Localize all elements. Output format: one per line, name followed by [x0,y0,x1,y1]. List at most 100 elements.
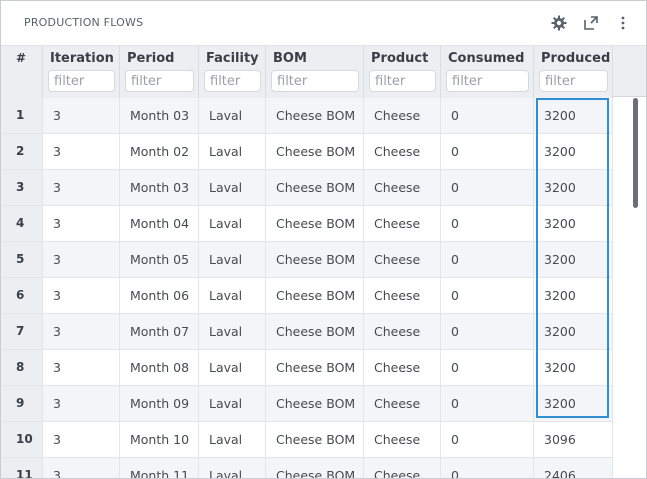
table-row[interactable]: 9 3 Month 09 Laval Cheese BOM Cheese 0 3200 [1,386,613,422]
cell-iteration[interactable]: 3 [43,458,120,478]
cell-period[interactable]: Month 03 [120,170,199,205]
cell-bom[interactable]: Cheese BOM [266,206,364,241]
table-row[interactable]: 4 3 Month 04 Laval Cheese BOM Cheese 0 3200 [1,206,613,242]
cell-product[interactable]: Cheese [364,386,441,421]
filter-input-facility[interactable] [204,70,261,92]
table-row[interactable]: 8 3 Month 08 Laval Cheese BOM Cheese 0 3200 [1,350,613,386]
table-row[interactable]: 5 3 Month 05 Laval Cheese BOM Cheese 0 3200 [1,242,613,278]
cell-facility[interactable]: Laval [199,350,266,385]
cell-bom[interactable]: Cheese BOM [266,134,364,169]
scrollbar-thumb[interactable] [633,98,638,208]
cell-product[interactable]: Cheese [364,206,441,241]
table-row[interactable]: 7 3 Month 07 Laval Cheese BOM Cheese 0 3200 [1,314,613,350]
scrollbar-track[interactable] [613,97,646,478]
cell-consumed[interactable]: 0 [441,422,534,457]
cell-period[interactable]: Month 07 [120,314,199,349]
cell-facility[interactable]: Laval [199,314,266,349]
cell-produced[interactable]: 3096 [534,422,613,457]
cell-consumed[interactable]: 0 [441,314,534,349]
cell-iteration[interactable]: 3 [43,350,120,385]
cell-iteration[interactable]: 3 [43,386,120,421]
cell-product[interactable]: Cheese [364,458,441,478]
filter-input-product[interactable] [369,70,436,92]
column-header-iteration[interactable]: Iteration [43,46,120,98]
cell-produced[interactable]: 3200 [534,242,613,277]
cell-consumed[interactable]: 0 [441,350,534,385]
cell-period[interactable]: Month 11 [120,458,199,478]
cell-facility[interactable]: Laval [199,422,266,457]
cell-bom[interactable]: Cheese BOM [266,170,364,205]
table-row[interactable]: 11 3 Month 11 Laval Cheese BOM Cheese 0 2406 [1,458,613,478]
cell-consumed[interactable]: 0 [441,278,534,313]
cell-bom[interactable]: Cheese BOM [266,458,364,478]
cell-produced[interactable]: 3200 [534,386,613,421]
cell-facility[interactable]: Laval [199,134,266,169]
cell-facility[interactable]: Laval [199,458,266,478]
column-header-consumed[interactable]: Consumed [441,46,534,98]
filter-input-bom[interactable] [271,70,359,92]
column-header-product[interactable]: Product [364,46,441,98]
filter-input-iteration[interactable] [48,70,115,92]
cell-consumed[interactable]: 0 [441,170,534,205]
cell-facility[interactable]: Laval [199,386,266,421]
filter-input-consumed[interactable] [446,70,529,92]
column-header-bom[interactable]: BOM [266,46,364,98]
cell-facility[interactable]: Laval [199,278,266,313]
cell-iteration[interactable]: 3 [43,314,120,349]
cell-produced[interactable]: 3200 [534,314,613,349]
cell-period[interactable]: Month 05 [120,242,199,277]
cell-iteration[interactable]: 3 [43,134,120,169]
cell-facility[interactable]: Laval [199,170,266,205]
expand-icon[interactable] [581,13,601,33]
cell-product[interactable]: Cheese [364,98,441,133]
cell-product[interactable]: Cheese [364,242,441,277]
cell-bom[interactable]: Cheese BOM [266,278,364,313]
cell-facility[interactable]: Laval [199,206,266,241]
cell-bom[interactable]: Cheese BOM [266,242,364,277]
filter-input-produced[interactable] [539,70,608,92]
cell-period[interactable]: Month 03 [120,98,199,133]
cell-consumed[interactable]: 0 [441,386,534,421]
table-row[interactable]: 6 3 Month 06 Laval Cheese BOM Cheese 0 3200 [1,278,613,314]
cell-bom[interactable]: Cheese BOM [266,386,364,421]
cell-produced[interactable]: 3200 [534,278,613,313]
table-row[interactable]: 1 3 Month 03 Laval Cheese BOM Cheese 0 3200 [1,98,613,134]
cell-consumed[interactable]: 0 [441,206,534,241]
cell-bom[interactable]: Cheese BOM [266,314,364,349]
column-header-produced[interactable]: Produced [534,46,613,98]
cell-consumed[interactable]: 0 [441,98,534,133]
cell-iteration[interactable]: 3 [43,422,120,457]
cell-produced[interactable]: 3200 [534,170,613,205]
cell-consumed[interactable]: 0 [441,134,534,169]
cell-bom[interactable]: Cheese BOM [266,350,364,385]
cell-produced[interactable]: 3200 [534,98,613,133]
cell-period[interactable]: Month 09 [120,386,199,421]
cell-iteration[interactable]: 3 [43,206,120,241]
cell-product[interactable]: Cheese [364,170,441,205]
cell-iteration[interactable]: 3 [43,278,120,313]
cell-iteration[interactable]: 3 [43,170,120,205]
cell-produced[interactable]: 3200 [534,350,613,385]
cell-product[interactable]: Cheese [364,350,441,385]
cell-produced[interactable]: 3200 [534,206,613,241]
cell-period[interactable]: Month 06 [120,278,199,313]
cell-iteration[interactable]: 3 [43,98,120,133]
cell-period[interactable]: Month 04 [120,206,199,241]
filter-input-period[interactable] [125,70,194,92]
cell-produced[interactable]: 2406 [534,458,613,478]
cell-iteration[interactable]: 3 [43,242,120,277]
cell-period[interactable]: Month 02 [120,134,199,169]
more-vertical-icon[interactable] [613,13,633,33]
column-header-period[interactable]: Period [120,46,199,98]
cell-product[interactable]: Cheese [364,314,441,349]
cell-product[interactable]: Cheese [364,278,441,313]
cell-facility[interactable]: Laval [199,242,266,277]
table-row[interactable]: 10 3 Month 10 Laval Cheese BOM Cheese 0 3096 [1,422,613,458]
cell-facility[interactable]: Laval [199,98,266,133]
cell-bom[interactable]: Cheese BOM [266,98,364,133]
cell-consumed[interactable]: 0 [441,458,534,478]
table-row[interactable]: 3 3 Month 03 Laval Cheese BOM Cheese 0 3200 [1,170,613,206]
cell-period[interactable]: Month 08 [120,350,199,385]
cell-product[interactable]: Cheese [364,422,441,457]
table-row[interactable]: 2 3 Month 02 Laval Cheese BOM Cheese 0 3200 [1,134,613,170]
